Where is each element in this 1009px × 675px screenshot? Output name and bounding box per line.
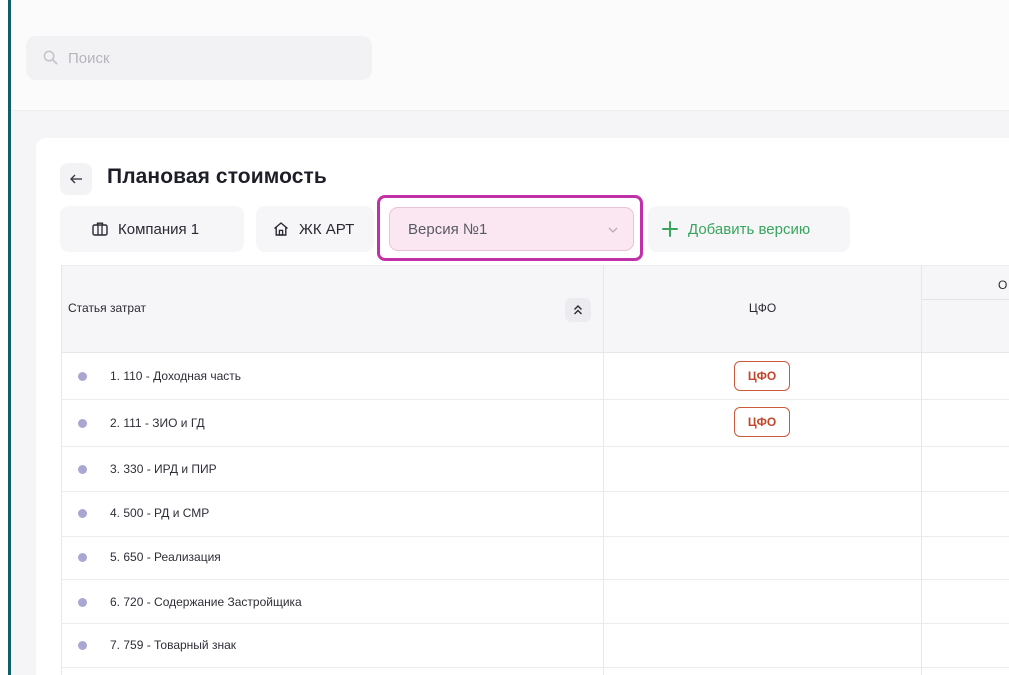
table-row[interactable]: 7. 759 - Товарный знак [61, 624, 1009, 668]
company-selector[interactable]: Компания 1 [60, 206, 244, 252]
briefcase-icon [92, 222, 108, 236]
column-header-cfo: ЦФО [748, 301, 777, 315]
version-select-value: Версия №1 [408, 220, 488, 238]
row-label: 1. 110 - Доходная часть [110, 369, 242, 383]
row-dot-icon [78, 465, 87, 474]
row-label: 3. 330 - ИРД и ПИР [110, 462, 217, 476]
version-select[interactable]: Версия №1 [389, 207, 634, 251]
row-dot-icon [78, 598, 87, 607]
row-dot-icon [78, 372, 87, 381]
table-row[interactable]: 3. 330 - ИРД и ПИР [61, 447, 1009, 492]
row-dot-icon [78, 419, 87, 428]
back-button[interactable] [60, 163, 92, 195]
row-dot-icon [78, 553, 87, 562]
double-chevron-up-icon [574, 305, 582, 315]
table-row[interactable]: 1. 110 - Доходная часть [61, 353, 1009, 400]
search-input[interactable] [68, 36, 358, 80]
page-title: Плановая стоимость [107, 165, 327, 188]
project-selector[interactable]: ЖК АРТ [256, 206, 374, 252]
add-version-label: Добавить версию [688, 220, 811, 238]
header-subdivider [922, 299, 1009, 300]
search-icon [43, 50, 58, 65]
row-dot-icon [78, 641, 87, 650]
add-version-button[interactable]: Добавить версию [648, 206, 850, 252]
row-label: 5. 650 - Реализация [110, 550, 221, 564]
arrow-left-icon [70, 174, 82, 184]
table-row[interactable]: 2. 111 - ЗИО и ГД [61, 400, 1009, 447]
chevron-down-icon [608, 227, 618, 233]
table-row[interactable]: 5. 650 - Реализация [61, 537, 1009, 580]
collapse-all-button[interactable] [565, 298, 591, 322]
row-label: 6. 720 - Содержание Застройщика [110, 595, 302, 609]
project-label: ЖК АРТ [299, 220, 355, 238]
plus-icon [662, 221, 678, 237]
row-label: 4. 500 - РД и СМР [110, 506, 210, 520]
row-label: 7. 759 - Товарный знак [110, 638, 237, 652]
table-row[interactable]: 4. 500 - РД и СМР [61, 492, 1009, 537]
cfo-tag[interactable]: ЦФО [734, 407, 790, 437]
search-box[interactable] [26, 36, 372, 80]
row-label: 2. 111 - ЗИО и ГД [110, 416, 205, 430]
company-label: Компания 1 [118, 220, 200, 238]
column-header-next: О [998, 278, 1008, 292]
table-row[interactable]: 6. 720 - Содержание Застройщика [61, 580, 1009, 624]
row-dot-icon [78, 509, 87, 518]
house-icon [274, 222, 288, 236]
cfo-tag[interactable]: ЦФО [734, 361, 790, 391]
column-header-article: Статья затрат [68, 301, 147, 315]
